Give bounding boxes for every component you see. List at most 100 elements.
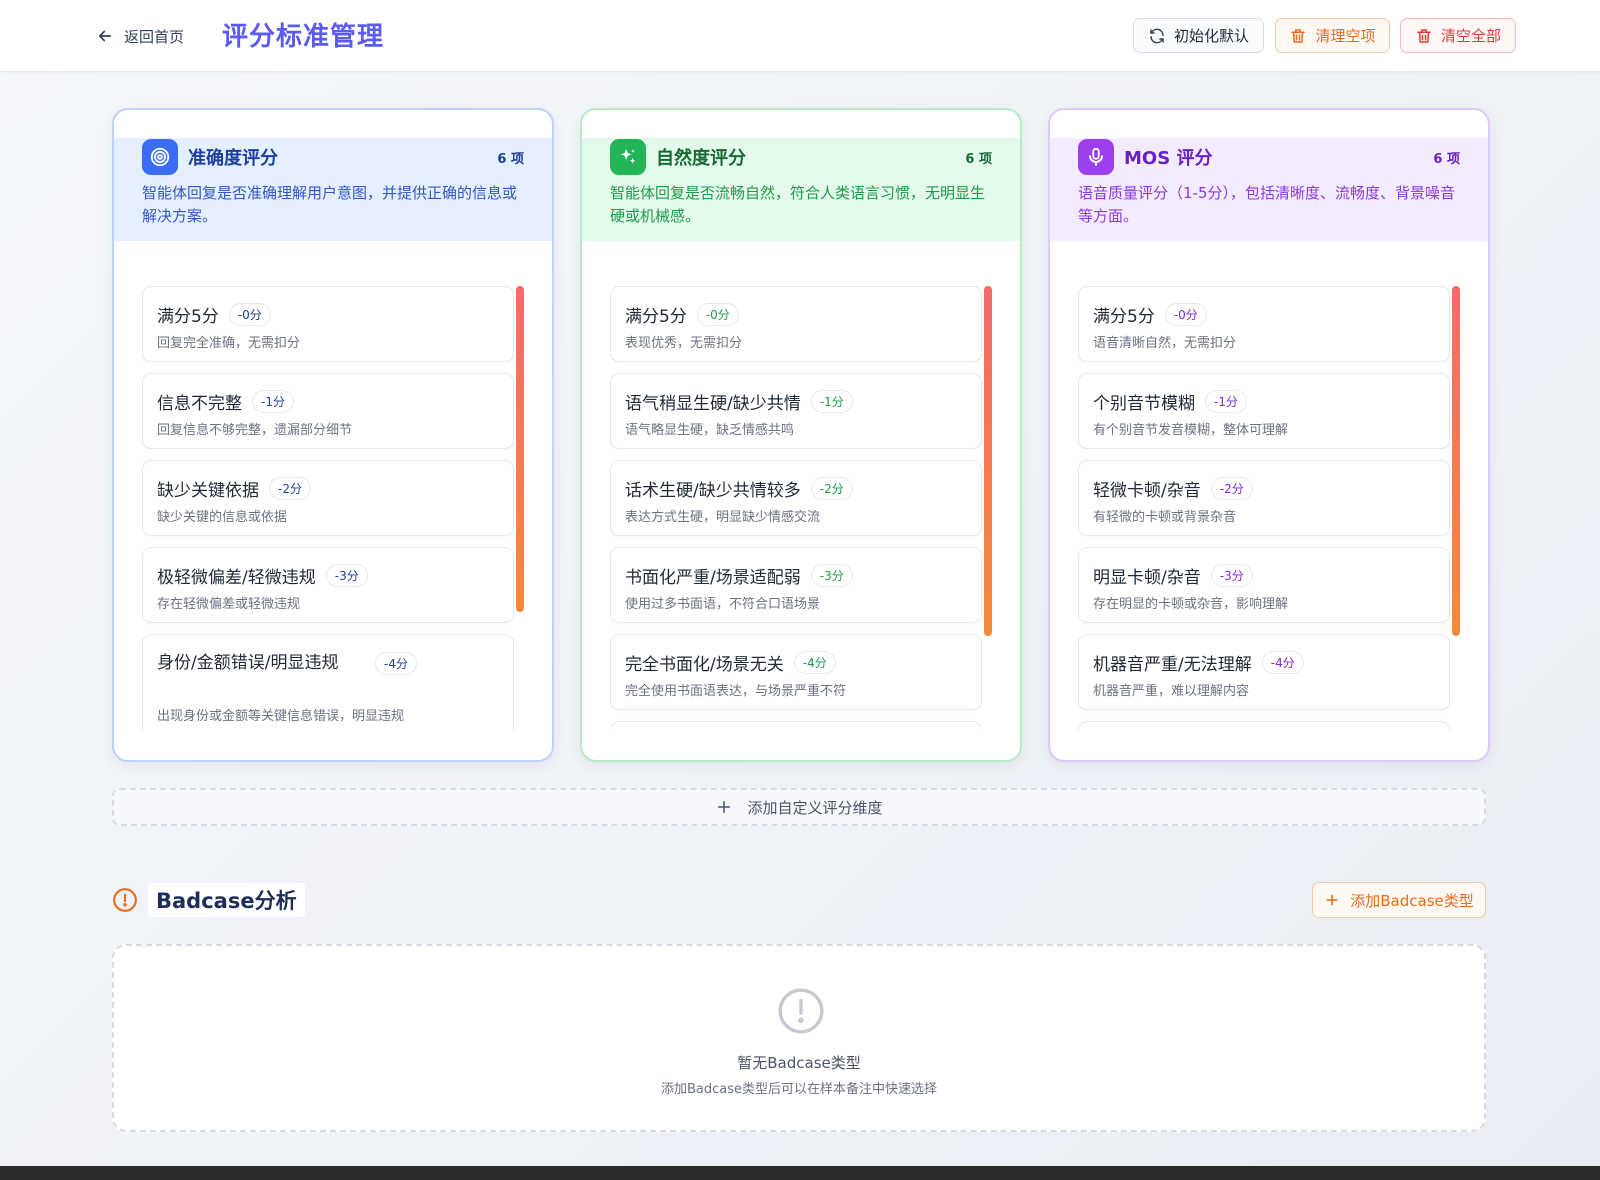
trash-icon	[1417, 28, 1431, 43]
deduction-badge: -1分	[810, 390, 853, 413]
criteria-item[interactable]: 明显卡顿/杂音 -3分 存在明显的卡顿或杂音，影响理解	[1078, 547, 1450, 623]
card-header: MOS 评分 6 项 语音质量评分（1-5分），包括清晰度、流畅度、背景噪音等方…	[1050, 138, 1488, 241]
deduction-badge: -1分	[252, 390, 294, 413]
badcase-empty-state: 暂无Badcase类型 添加Badcase类型后可以在样本备注中快速选择	[112, 944, 1486, 1132]
init-default-label: 初始化默认	[1173, 27, 1249, 45]
criteria-desc: 表达方式生硬，明显缺少情感交流	[625, 510, 821, 525]
criteria-item[interactable]: 身份/金额错误/明显违规 -4分 出现身份或金额等关键信息错误，明显违规	[142, 634, 514, 730]
deduction-badge: -2分	[1210, 477, 1253, 500]
add-dimension-button[interactable]: 添加自定义评分维度	[112, 788, 1486, 826]
scrollbar[interactable]	[516, 286, 524, 612]
empty-state-subtitle: 添加Badcase类型后可以在样本备注中快速选择	[660, 1082, 938, 1097]
clear-all-button[interactable]: 清空全部	[1400, 18, 1516, 53]
refresh-icon	[1150, 28, 1164, 43]
criteria-list: 满分5分 -0分 语音清晰自然，无需扣分 个别音节模糊 -1分 有个别音节发音模糊，…	[1078, 286, 1450, 730]
criteria-item[interactable]: 机器音严重/无法理解 -4分 机器音严重，难以理解内容	[1078, 634, 1450, 710]
criteria-desc: 语音清晰自然，无需扣分	[1093, 336, 1237, 351]
target-icon	[142, 139, 178, 175]
card-header: 自然度评分 6 项 智能体回复是否流畅自然，符合人类语言习惯，无明显生硬或机械感…	[582, 138, 1020, 241]
item-count: 6 项	[965, 151, 992, 167]
criteria-list: 满分5分 -0分 回复完全准确，无需扣分 信息不完整 -1分 回复信息不够完整，遗漏…	[142, 286, 514, 730]
card-title: 准确度评分	[188, 148, 278, 169]
criteria-list: 满分5分 -0分 表现优秀，无需扣分 语气稍显生硬/缺少共情 -1分 语气略显生硬，…	[610, 286, 982, 730]
criteria-desc: 完全使用书面语表达，与场景严重不符	[625, 684, 847, 699]
deduction-badge: -2分	[269, 477, 311, 500]
deduction-badge: -1分	[1205, 390, 1247, 413]
plus-icon	[718, 801, 731, 813]
criteria-name: 信息不完整	[157, 394, 242, 414]
criteria-name: 满分5分	[1093, 307, 1155, 327]
dimension-card-accuracy: 准确度评分 6 项 智能体回复是否准确理解用户意图，并提供正确的信息或解决方案。…	[112, 108, 554, 762]
criteria-name: 机器音严重/无法理解	[1093, 655, 1252, 675]
scrollbar[interactable]	[984, 286, 992, 636]
criteria-item[interactable]: 书面化严重/场景适配弱 -3分 使用过多书面语，不符合口语场景	[610, 547, 982, 623]
criteria-name: 明显卡顿/杂音	[1093, 568, 1201, 588]
page-title: 评分标准管理	[222, 22, 385, 52]
card-header: 准确度评分 6 项 智能体回复是否准确理解用户意图，并提供正确的信息或解决方案。	[114, 138, 552, 241]
clean-empty-button[interactable]: 清理空项	[1275, 18, 1390, 53]
clean-empty-label: 清理空项	[1315, 27, 1376, 45]
criteria-item[interactable]: 信息不完整 -1分 回复信息不够完整，遗漏部分细节	[142, 373, 514, 449]
back-home-link[interactable]: 返回首页	[96, 22, 184, 50]
criteria-name: 缺少关键依据	[157, 481, 259, 501]
criteria-name: 书面化严重/场景适配弱	[625, 568, 801, 588]
clear-all-label: 清空全部	[1440, 27, 1501, 45]
alert-circle-icon	[778, 988, 824, 1034]
criteria-desc: 使用过多书面语，不符合口语场景	[625, 597, 821, 612]
criteria-item[interactable]: 完全书面化/场景无关 -4分 完全使用书面语表达，与场景严重不符	[610, 634, 982, 710]
back-home-label: 返回首页	[124, 27, 185, 46]
criteria-item[interactable]: 满分5分 -0分 语音清晰自然，无需扣分	[1078, 286, 1450, 362]
trash-icon	[1291, 28, 1306, 43]
arrow-left-icon	[98, 30, 112, 42]
card-description: 智能体回复是否准确理解用户意图，并提供正确的信息或解决方案。	[142, 184, 518, 225]
plus-icon	[1326, 894, 1338, 906]
deduction-badge: -0分	[228, 303, 271, 326]
criteria-item[interactable]: 轻微卡顿/杂音 -2分 有轻微的卡顿或背景杂音	[1078, 460, 1450, 536]
criteria-name: 个别音节模糊	[1093, 394, 1195, 414]
criteria-desc: 表现优秀，无需扣分	[625, 336, 743, 351]
criteria-name: 满分5分	[625, 307, 687, 327]
item-count: 6 项	[497, 151, 524, 167]
criteria-item[interactable]: 缺少关键依据 -2分 缺少关键的信息或依据	[142, 460, 514, 536]
alert-circle-icon	[113, 888, 137, 912]
criteria-item[interactable]: 语气稍显生硬/缺少共情 -1分 语气略显生硬，缺乏情感共鸣	[610, 373, 982, 449]
dimension-card-mos: MOS 评分 6 项 语音质量评分（1-5分），包括清晰度、流畅度、背景噪音等方…	[1048, 108, 1490, 762]
criteria-item[interactable]: 个别音节模糊 -1分 有个别音节发音模糊，整体可理解	[1078, 373, 1450, 449]
init-default-button[interactable]: 初始化默认	[1133, 18, 1264, 53]
criteria-desc: 有轻微的卡顿或背景杂音	[1093, 510, 1237, 525]
card-title: 自然度评分	[656, 148, 746, 169]
criteria-item[interactable]	[610, 721, 982, 730]
deduction-badge: -4分	[375, 651, 417, 675]
deduction-badge: -3分	[810, 564, 853, 587]
criteria-desc: 缺少关键的信息或依据	[157, 510, 288, 525]
badcase-section-header: Badcase分析	[112, 882, 305, 918]
criteria-item[interactable]: 满分5分 -0分 回复完全准确，无需扣分	[142, 286, 514, 362]
criteria-name: 身份/金额错误/明显违规	[157, 653, 339, 673]
scrollbar[interactable]	[1452, 286, 1460, 636]
criteria-item[interactable]	[1078, 721, 1450, 730]
deduction-badge: -0分	[696, 303, 739, 326]
card-title: MOS 评分	[1124, 148, 1213, 169]
criteria-name: 满分5分	[157, 307, 219, 327]
bottom-edge	[0, 1166, 1600, 1180]
criteria-item[interactable]: 话术生硬/缺少共情较多 -2分 表达方式生硬，明显缺少情感交流	[610, 460, 982, 536]
card-description: 语音质量评分（1-5分），包括清晰度、流畅度、背景噪音等方面。	[1078, 184, 1456, 225]
criteria-name: 语气稍显生硬/缺少共情	[625, 394, 801, 414]
criteria-desc: 回复信息不够完整，遗漏部分细节	[157, 423, 353, 438]
criteria-desc: 语气略显生硬，缺乏情感共鸣	[625, 423, 795, 438]
criteria-item[interactable]: 极轻微偏差/轻微违规 -3分 存在轻微偏差或轻微违规	[142, 547, 514, 623]
criteria-name: 话术生硬/缺少共情较多	[625, 481, 801, 501]
badcase-title: Badcase分析	[148, 883, 305, 917]
criteria-item[interactable]: 满分5分 -0分 表现优秀，无需扣分	[610, 286, 982, 362]
sparkle-icon	[610, 139, 646, 175]
criteria-desc: 存在明显的卡顿或杂音，影响理解	[1093, 597, 1289, 612]
card-description: 智能体回复是否流畅自然，符合人类语言习惯，无明显生硬或机械感。	[610, 184, 986, 225]
deduction-badge: -0分	[1164, 303, 1207, 326]
add-dimension-label: 添加自定义评分维度	[747, 798, 883, 817]
top-header: 返回首页 评分标准管理 初始化默认 清理空项 清空全部	[0, 0, 1600, 72]
criteria-desc: 机器音严重，难以理解内容	[1093, 684, 1250, 699]
add-badcase-type-button[interactable]: 添加Badcase类型	[1312, 882, 1486, 918]
criteria-desc: 回复完全准确，无需扣分	[157, 336, 301, 351]
deduction-badge: -4分	[1261, 651, 1304, 674]
criteria-desc: 存在轻微偏差或轻微违规	[157, 597, 301, 612]
